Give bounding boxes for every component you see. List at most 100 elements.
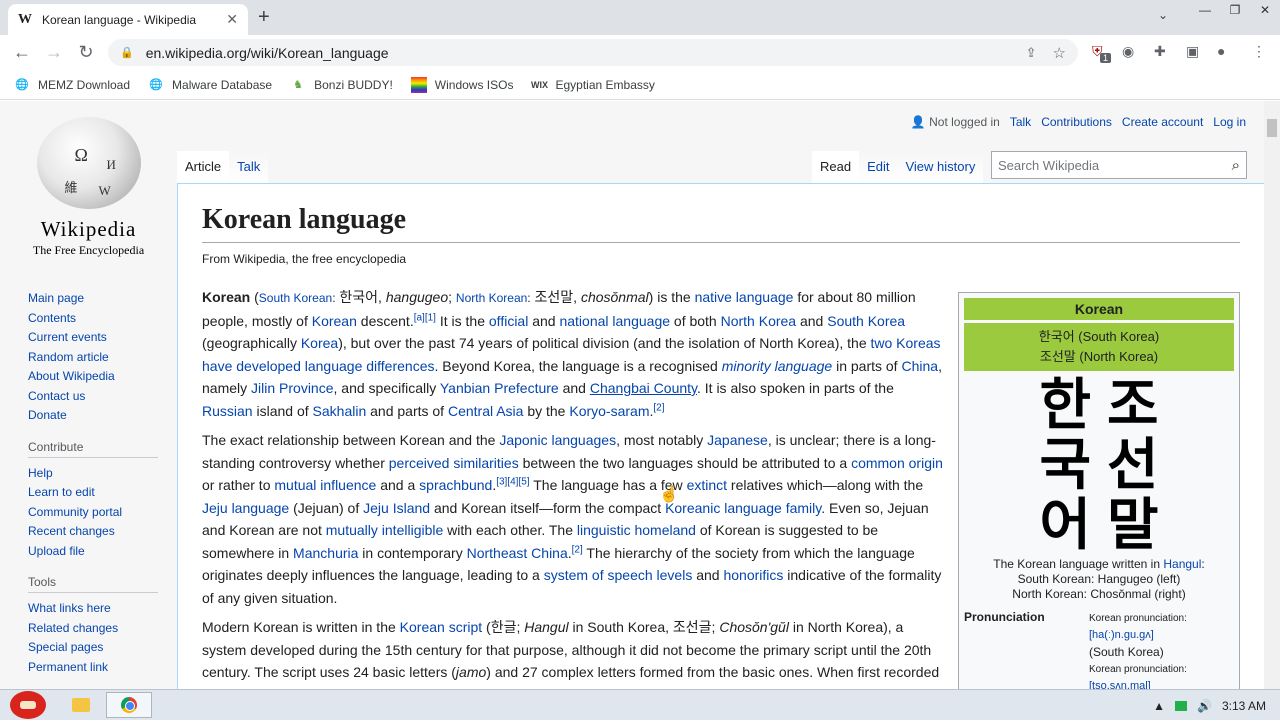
browser-tab[interactable]: W Korean language - Wikipedia ✕ <box>8 4 248 35</box>
tab-search-chevron-icon[interactable]: ⌄ <box>1158 8 1168 22</box>
log-in-link[interactable]: Log in <box>1213 115 1246 129</box>
tab-title: Korean language - Wikipedia <box>42 12 197 27</box>
sidebar-heading-contribute: Contribute <box>28 440 158 458</box>
browser-menu-icon[interactable]: ⋮ <box>1252 43 1266 60</box>
bookmark-malware-database[interactable]: 🌐 Malware Database <box>148 77 272 93</box>
contributions-link[interactable]: Contributions <box>1041 115 1112 129</box>
restore-button[interactable]: ❐ <box>1220 0 1250 20</box>
bookmark-bonzi-buddy[interactable]: ♞ Bonzi BUDDY! <box>290 77 393 93</box>
hangul-glyph: 국 <box>1039 433 1091 496</box>
bookmark-windows-isos[interactable]: Windows ISOs <box>410 76 513 93</box>
pronunciation-label: Pronunciation <box>964 610 1045 624</box>
sidebar-item-related-changes[interactable]: Related changes <box>28 619 158 639</box>
clock[interactable]: 3:13 AM <box>1222 699 1266 713</box>
bookmark-egyptian-embassy[interactable]: WIX Egyptian Embassy <box>531 77 655 93</box>
search-placeholder: Search Wikipedia <box>998 157 1100 173</box>
wikipedia-wordmark: Wikipedia <box>40 217 137 241</box>
new-tab-button[interactable]: + <box>258 6 270 29</box>
article-paragraph: Korean (South Korean: 한국어, hangugeo; Nor… <box>202 289 942 419</box>
sidebar-item-main-page[interactable]: Main page <box>28 289 158 309</box>
extension-flag-icon[interactable]: ◉ <box>1122 43 1134 60</box>
article-content: Korean language From Wikipedia, the free… <box>177 183 1264 689</box>
view-tabs: Read Edit View history <box>812 151 984 183</box>
sidebar-item-upload-file[interactable]: Upload file <box>28 542 158 562</box>
infobox-caption: The Korean language written in Hangul: S… <box>964 557 1234 602</box>
page-subtitle: From Wikipedia, the free encyclopedia <box>202 252 407 266</box>
wikipedia-tagline: The Free Encyclopedia <box>32 243 145 257</box>
tab-edit[interactable]: Edit <box>859 151 898 183</box>
create-account-link[interactable]: Create account <box>1122 115 1203 129</box>
close-tab-icon[interactable]: ✕ <box>226 11 238 28</box>
bookmark-memz[interactable]: 🌐 MEMZ Download <box>14 77 130 93</box>
profile-avatar-icon[interactable]: ● <box>1217 43 1225 59</box>
tray-expand-icon[interactable]: ▲ <box>1153 699 1165 713</box>
bookmark-star-icon[interactable]: ☆ <box>1053 44 1066 62</box>
wikipedia-page: Ω И 維 W Wikipedia The Free Encyclopedia … <box>0 101 1264 689</box>
sidebar-item-donate[interactable]: Donate <box>28 406 158 426</box>
reload-button[interactable]: ↻ <box>70 42 102 63</box>
wikipedia-logo[interactable]: Ω И 維 W Wikipedia The Free Encyclopedia <box>26 117 151 258</box>
wikipedia-favicon-icon: W <box>18 11 32 27</box>
sidebar-item-help[interactable]: Help <box>28 464 158 484</box>
search-icon[interactable]: ⌕ <box>1232 157 1240 174</box>
namespace-tabs: Article Talk <box>177 151 269 183</box>
lock-icon[interactable]: 🔒 <box>120 46 134 59</box>
infobox-title: Korean <box>964 298 1234 320</box>
browser-toolbar: ← → ↻ 🔒 en.wikipedia.org/wiki/Korean_lan… <box>0 35 1280 70</box>
hangul-glyph: 어 <box>1039 493 1091 556</box>
system-tray: ▲ 🔊 3:13 AM <box>1153 690 1280 721</box>
folder-icon <box>72 698 90 712</box>
extensions-puzzle-icon[interactable]: ✚ <box>1154 43 1166 60</box>
address-bar[interactable]: 🔒 en.wikipedia.org/wiki/Korean_language … <box>108 39 1078 66</box>
sidebar-item-current-events[interactable]: Current events <box>28 328 158 348</box>
infobox-native-names: 한국어 (South Korea) 조선말 (North Korea) <box>964 323 1234 371</box>
taskbar-chrome[interactable] <box>106 692 152 718</box>
sidebar-item-what-links-here[interactable]: What links here <box>28 599 158 619</box>
caption-line: South Korean: Hangugeo (left) <box>1017 572 1181 586</box>
tab-strip: W Korean language - Wikipedia ✕ + ⌄ — ❐ … <box>0 0 1280 35</box>
pronunciation-nk-ipa-link[interactable]: [tso.sʌn.mal] <box>1089 680 1151 689</box>
side-panel-icon[interactable]: ▣ <box>1186 43 1199 60</box>
hangul-link[interactable]: Hangul <box>1163 557 1201 571</box>
sidebar-item-permanent-link[interactable]: Permanent link <box>28 658 158 678</box>
sidebar-item-learn-to-edit[interactable]: Learn to edit <box>28 483 158 503</box>
talk-link[interactable]: Talk <box>1010 115 1031 129</box>
language-infobox: Korean 한국어 (South Korea) 조선말 (North Kore… <box>958 292 1240 689</box>
back-button[interactable]: ← <box>6 42 38 63</box>
sidebar-heading-tools: Tools <box>28 575 158 593</box>
pronunciation-sk-ipa-link[interactable]: [ha(ː)n.ɡu.ɡʌ] <box>1089 629 1154 641</box>
tab-article[interactable]: Article <box>177 151 230 183</box>
sidebar-item-contact-us[interactable]: Contact us <box>28 387 158 407</box>
taskbar-explorer[interactable] <box>58 692 104 718</box>
page-scrollbar[interactable] <box>1264 101 1280 689</box>
tab-talk[interactable]: Talk <box>229 151 269 183</box>
scrollbar-thumb[interactable] <box>1267 119 1277 137</box>
share-icon[interactable]: ⇪ <box>1026 45 1037 61</box>
tab-view-history[interactable]: View history <box>897 151 984 183</box>
bonzi-icon: ♞ <box>293 79 304 91</box>
minimize-button[interactable]: — <box>1190 0 1220 20</box>
article-body: Korean (South Korean: 한국어, hangugeo; Nor… <box>202 286 944 689</box>
forward-button[interactable]: → <box>38 42 70 63</box>
infobox-name-north: 조선말 (North Korea) <box>1039 349 1159 364</box>
sidebar-item-special-pages[interactable]: Special pages <box>28 638 158 658</box>
sidebar-item-random-article[interactable]: Random article <box>28 348 158 368</box>
sidebar-item-about-wikipedia[interactable]: About Wikipedia <box>28 367 158 387</box>
hangul-glyph: 조 <box>1107 373 1159 436</box>
infobox-hangul-image[interactable]: 한 국 어 조 선 말 <box>964 375 1234 555</box>
battery-icon[interactable] <box>1175 700 1188 711</box>
personal-tools: 👤 Not logged in Talk Contributions Creat… <box>911 115 1246 129</box>
pronunciation-sk-label: Korean pronunciation: <box>1089 613 1187 624</box>
sidebar-item-contents[interactable]: Contents <box>28 309 158 329</box>
sidebar-item-recent-changes[interactable]: Recent changes <box>28 522 158 542</box>
hand-cursor-icon: ☝ <box>659 486 679 503</box>
hangul-glyph: 선 <box>1107 433 1159 496</box>
sidebar-item-community-portal[interactable]: Community portal <box>28 503 158 523</box>
start-button[interactable] <box>0 690 56 721</box>
tab-read[interactable]: Read <box>812 151 860 183</box>
globe-icon: 🌐 <box>15 79 29 91</box>
volume-icon[interactable]: 🔊 <box>1197 699 1212 713</box>
infobox-pronunciation-row: Pronunciation Korean pronunciation: [ha(… <box>964 610 1234 689</box>
search-input[interactable]: Search Wikipedia ⌕ <box>991 151 1247 179</box>
close-window-button[interactable]: ✕ <box>1250 0 1280 20</box>
